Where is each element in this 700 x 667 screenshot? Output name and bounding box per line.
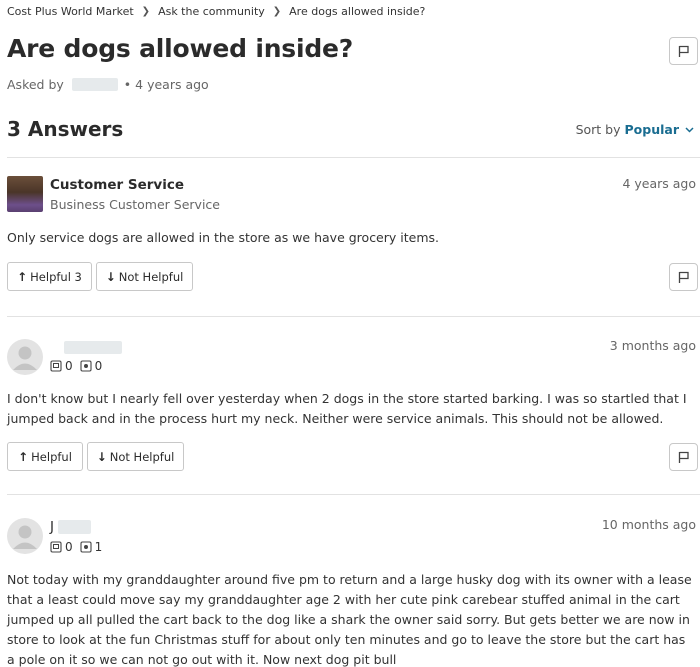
answer-bubble-icon [80,541,92,553]
divider [7,157,700,158]
questions-count: 0 [65,540,73,554]
avatar [7,339,43,375]
avatar [7,176,43,212]
breadcrumb: Cost Plus World Market ❯ Ask the communi… [7,5,425,18]
author-name-blurred [64,341,122,354]
questions-stat: 0 [50,540,73,554]
not-helpful-label: Not Helpful [118,269,184,284]
chevron-down-icon [685,126,694,133]
sort-value: Popular [624,122,679,137]
page-title: Are dogs allowed inside? [7,34,354,63]
answer-bubble-icon [80,360,92,372]
helpful-label: Helpful [31,449,72,464]
helpful-button[interactable]: ↑ Helpful 3 [7,262,92,291]
question-bubble-icon [50,541,62,553]
answer-time: 4 years ago [622,176,696,191]
avatar [7,518,43,554]
asker-avatar-blurred [71,78,118,91]
chevron-right-icon: ❯ [272,6,282,17]
flag-icon [678,451,689,463]
helpful-button[interactable]: ↑ Helpful [7,442,83,471]
arrow-up-icon: ↑ [18,449,29,464]
answer-text: I don't know but I nearly fell over yest… [7,391,687,426]
sort-dropdown[interactable]: Sort by Popular [576,122,694,137]
question-meta: Asked by • 4 years ago [7,77,209,92]
questions-count: 0 [65,359,73,373]
answers-stat: 1 [80,540,103,554]
answers-count-stat: 1 [94,540,103,554]
answer-text: Only service dogs are allowed in the sto… [7,230,439,245]
flag-icon [678,45,689,57]
arrow-down-icon: ↓ [96,449,107,464]
flag-question-button[interactable] [669,37,698,65]
arrow-down-icon: ↓ [105,269,116,284]
asked-by-label: Asked by [7,77,64,92]
questions-stat: 0 [50,359,73,373]
breadcrumb-link-store[interactable]: Cost Plus World Market [7,5,134,18]
answer-text: Not today with my granddaughter around f… [7,572,692,667]
author-name-blurred [58,520,91,534]
answers-stat: 0 [80,359,103,373]
author-stats: 0 1 [50,540,109,554]
not-helpful-button[interactable]: ↓ Not Helpful [87,442,184,471]
answers-count: 3 Answers [7,117,124,141]
answer-time: 10 months ago [601,517,696,532]
breadcrumb-link-community[interactable]: Ask the community [158,5,265,18]
not-helpful-label: Not Helpful [109,449,175,464]
not-helpful-button[interactable]: ↓ Not Helpful [96,262,193,291]
answers-count-stat: 0 [94,359,103,373]
question-bubble-icon [50,360,62,372]
user-icon [13,346,37,370]
author-stats: 0 0 [50,359,109,373]
answer-author[interactable]: Customer Service [50,177,184,193]
answer-time: 3 months ago [609,338,696,353]
answer-author-subtitle: Business Customer Service [50,197,220,212]
arrow-up-icon: ↑ [17,269,28,284]
asked-time: • 4 years ago [123,77,209,92]
flag-answer-button[interactable] [669,443,698,471]
divider [7,494,700,495]
user-icon [13,525,37,549]
answer-author[interactable]: J [50,519,54,535]
chevron-right-icon: ❯ [141,6,151,17]
flag-answer-button[interactable] [669,263,698,291]
helpful-label: Helpful 3 [30,269,82,284]
flag-icon [678,271,689,283]
divider [7,316,700,317]
sort-label: Sort by [575,122,621,137]
breadcrumb-current: Are dogs allowed inside? [289,5,426,18]
